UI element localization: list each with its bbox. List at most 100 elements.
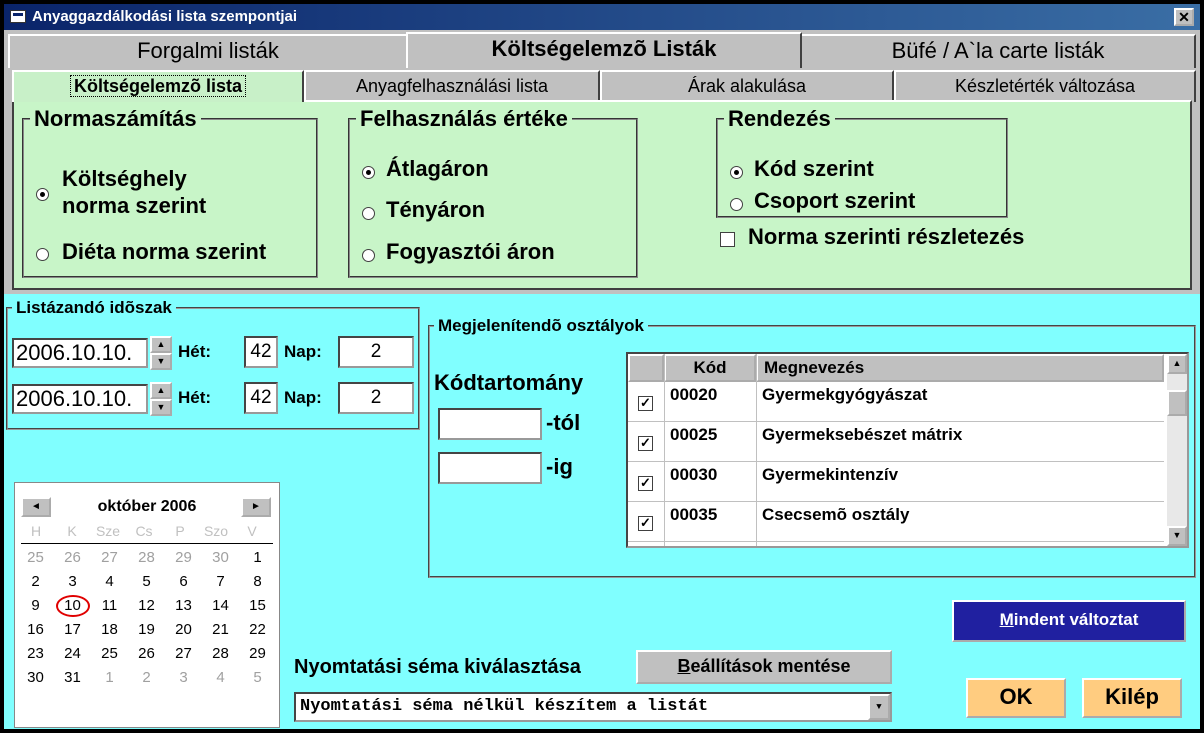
calendar-day[interactable]: 20	[165, 621, 202, 638]
scroll-thumb[interactable]	[1167, 390, 1187, 416]
calendar-day[interactable]: 29	[165, 549, 202, 566]
calendar-day[interactable]: 14	[202, 597, 239, 614]
ig-label: -ig	[546, 454, 573, 479]
calendar-day[interactable]: 28	[202, 645, 239, 662]
subtab-keszletertek-valtozasa[interactable]: Készletérték változása	[894, 70, 1196, 102]
het-to-input[interactable]: 42	[244, 382, 278, 414]
table-row[interactable]: ✓ 00035 Csecsemõ osztály	[628, 502, 1164, 542]
row-kod: 00030	[670, 465, 718, 484]
date-to-input[interactable]: 2006.10.10.	[12, 384, 148, 414]
calendar-day[interactable]: 5	[128, 573, 165, 590]
calendar-day[interactable]: 8	[239, 573, 276, 590]
calendar-day[interactable]: 24	[54, 645, 91, 662]
radio-atlagaron[interactable]	[362, 166, 375, 179]
calendar-prev-button[interactable]: ◄	[21, 497, 51, 517]
het-from-input[interactable]: 42	[244, 336, 278, 368]
date-from-spinner[interactable]: ▲ ▼	[150, 336, 172, 370]
nyomtatasi-sema-value: Nyomtatási séma nélkül készítem a listát	[300, 697, 709, 716]
kod-ig-input[interactable]	[438, 452, 542, 484]
calendar-day[interactable]: 7	[202, 573, 239, 590]
calendar-day[interactable]: 22	[239, 621, 276, 638]
calendar-day[interactable]: 3	[165, 669, 202, 686]
calendar-day[interactable]: 5	[239, 669, 276, 686]
tab-forgalmi-listak[interactable]: Forgalmi listák	[8, 34, 408, 68]
spin-up-icon[interactable]: ▲	[150, 382, 172, 399]
row-checkbox[interactable]: ✓	[638, 516, 653, 531]
row-checkbox[interactable]: ✓	[638, 396, 653, 411]
nap-to-input[interactable]: 2	[338, 382, 414, 414]
beallitasok-mentese-button[interactable]: Beállítások mentése	[636, 650, 892, 684]
calendar-day[interactable]: 4	[91, 573, 128, 590]
close-button[interactable]: ✕	[1174, 8, 1194, 26]
spin-down-icon[interactable]: ▼	[150, 353, 172, 370]
calendar-day[interactable]: 3	[54, 573, 91, 590]
calendar-day[interactable]: 31	[54, 669, 91, 686]
calendar-day[interactable]: 23	[17, 645, 54, 662]
calendar-day[interactable]: 11	[91, 597, 128, 614]
calendar-next-button[interactable]: ►	[241, 497, 271, 517]
lower-area: Listázandó idõszak 2006.10.10. ▲ ▼ Hét: …	[4, 294, 1200, 729]
calendar-day[interactable]: 9	[17, 597, 54, 614]
calendar-day[interactable]: 26	[54, 549, 91, 566]
row-checkbox[interactable]: ✓	[638, 436, 653, 451]
radio-fogyasztoi-aron[interactable]	[362, 249, 375, 262]
mindent-valtoztat-button[interactable]: Mindent változtat	[952, 600, 1186, 642]
calendar-day[interactable]: 15	[239, 597, 276, 614]
calendar-day[interactable]: 1	[239, 549, 276, 566]
radio-dieta-norma[interactable]	[36, 248, 49, 261]
spin-down-icon[interactable]: ▼	[150, 399, 172, 416]
subtab-arak-alakulasa[interactable]: Árak alakulása	[600, 70, 894, 102]
table-row[interactable]: ✓ 00030 Gyermekintenzív	[628, 462, 1164, 502]
kod-tol-input[interactable]	[438, 408, 542, 440]
table-row[interactable]: ✓ 00020 Gyermekgyógyászat	[628, 382, 1164, 422]
radio-csoport-szerint[interactable]	[730, 198, 743, 211]
table-row[interactable]: ✓ 00025 Gyermeksebészet mátrix	[628, 422, 1164, 462]
calendar-day[interactable]: 13	[165, 597, 202, 614]
date-to-spinner[interactable]: ▲ ▼	[150, 382, 172, 416]
norma-reszletezes-checkbox[interactable]	[720, 232, 735, 247]
calendar-day[interactable]: 25	[91, 645, 128, 662]
window-title: Anyaggazdálkodási lista szempontjai	[32, 8, 298, 25]
kilep-button[interactable]: Kilép	[1082, 678, 1182, 718]
calendar-day[interactable]: 21	[202, 621, 239, 638]
calendar-weekday: V	[247, 523, 257, 539]
calendar-day[interactable]: 2	[128, 669, 165, 686]
chevron-down-icon[interactable]: ▼	[868, 694, 890, 720]
calendar-day[interactable]: 28	[128, 549, 165, 566]
calendar-day[interactable]: 6	[165, 573, 202, 590]
subtab-anyagfelhasznalasi-lista[interactable]: Anyagfelhasználási lista	[304, 70, 600, 102]
calendar-day[interactable]: 27	[165, 645, 202, 662]
nap-from-input[interactable]: 2	[338, 336, 414, 368]
tab-bufe-listak[interactable]: Büfé / A`la carte listák	[800, 34, 1196, 68]
radio-kod-szerint[interactable]	[730, 166, 743, 179]
month-calendar[interactable]: október 2006 ◄ ► H K Sze Cs P Szo V 25 26 27 28 29…	[14, 482, 280, 728]
radio-tenyaron[interactable]	[362, 207, 375, 220]
date-from-input[interactable]: 2006.10.10.	[12, 338, 148, 368]
calendar-day[interactable]: 27	[91, 549, 128, 566]
header-kod[interactable]: Kód	[664, 354, 756, 382]
calendar-day[interactable]: 26	[128, 645, 165, 662]
ok-button[interactable]: OK	[966, 678, 1066, 718]
calendar-day[interactable]: 19	[128, 621, 165, 638]
calendar-day[interactable]: 29	[239, 645, 276, 662]
nyomtatasi-sema-select[interactable]: Nyomtatási séma nélkül készítem a listát…	[294, 692, 892, 722]
subtab-koltsegelemzo-lista[interactable]: Költségelemzõ lista	[12, 70, 304, 102]
calendar-day[interactable]: 16	[17, 621, 54, 638]
calendar-day[interactable]: 4	[202, 669, 239, 686]
calendar-day[interactable]: 12	[128, 597, 165, 614]
calendar-day[interactable]: 2	[17, 573, 54, 590]
calendar-day[interactable]: 17	[54, 621, 91, 638]
calendar-day[interactable]: 30	[17, 669, 54, 686]
scroll-up-icon[interactable]: ▲	[1167, 354, 1187, 374]
calendar-day[interactable]: 18	[91, 621, 128, 638]
header-megnevezes[interactable]: Megnevezés	[756, 354, 1164, 382]
tab-koltsegelemzo-listak[interactable]: Költségelemzõ Listák	[406, 32, 802, 68]
spin-up-icon[interactable]: ▲	[150, 336, 172, 353]
scroll-down-icon[interactable]: ▼	[1167, 526, 1187, 546]
calendar-day[interactable]: 25	[17, 549, 54, 566]
calendar-day[interactable]: 1	[91, 669, 128, 686]
radio-koltseghely-norma[interactable]	[36, 188, 49, 201]
row-checkbox[interactable]: ✓	[638, 476, 653, 491]
calendar-day[interactable]: 30	[202, 549, 239, 566]
table-scrollbar[interactable]: ▲ ▼	[1167, 354, 1187, 546]
